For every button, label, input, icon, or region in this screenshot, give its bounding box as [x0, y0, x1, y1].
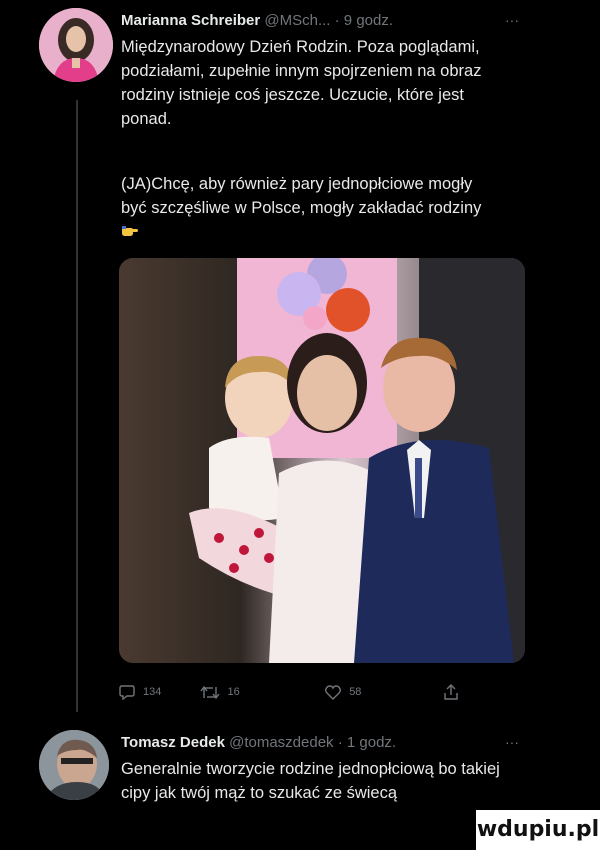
- more-options-icon[interactable]: ···: [505, 734, 519, 750]
- backhand-index-pointing-down-icon: [121, 221, 139, 245]
- like-button[interactable]: 58: [325, 684, 443, 700]
- heart-icon: [325, 684, 342, 700]
- reply-button[interactable]: 134: [119, 684, 198, 700]
- tweet-text-line: (JA)Chcę, aby również pary jednopłciowe …: [121, 175, 482, 217]
- more-options-icon[interactable]: ···: [505, 12, 519, 28]
- reply-count: 134: [143, 686, 162, 698]
- tweet-actions: 134 16 58: [119, 684, 459, 700]
- tweet-time[interactable]: · 9 godz.: [335, 12, 393, 29]
- avatar-image: [39, 730, 109, 800]
- author-handle[interactable]: @tomaszdedek: [229, 734, 333, 751]
- family-photo-image: [119, 258, 525, 663]
- thread-connector-line: [76, 100, 78, 712]
- watermark: wdupiu.pl: [476, 810, 600, 850]
- retweet-button[interactable]: 16: [199, 684, 326, 700]
- author-name[interactable]: Marianna Schreiber: [121, 12, 260, 29]
- reply-icon: [119, 684, 135, 700]
- avatar[interactable]: [39, 8, 113, 82]
- tweet-photo[interactable]: [119, 258, 525, 663]
- retweet-icon: [199, 685, 220, 699]
- tweet-header: Marianna Schreiber @MSch... · 9 godz.: [121, 12, 393, 29]
- author-name[interactable]: Tomasz Dedek: [121, 734, 225, 751]
- share-icon: [444, 684, 458, 700]
- avatar[interactable]: [39, 730, 109, 800]
- tweet-time[interactable]: · 1 godz.: [338, 734, 396, 751]
- share-button[interactable]: [443, 684, 459, 700]
- tweet-header: Tomasz Dedek @tomaszdedek · 1 godz.: [121, 734, 396, 751]
- tweet-text-second-paragraph: (JA)Chcę, aby również pary jednopłciowe …: [121, 172, 501, 245]
- tweet-text: Generalnie tworzycie rodzine jednopłciow…: [121, 760, 500, 802]
- tweet-text: Międzynarodowy Dzień Rodzin. Poza pogląd…: [121, 38, 482, 128]
- retweet-count: 16: [227, 686, 240, 698]
- like-count: 58: [349, 686, 362, 698]
- avatar-image: [39, 8, 113, 82]
- author-handle[interactable]: @MSch...: [264, 12, 330, 29]
